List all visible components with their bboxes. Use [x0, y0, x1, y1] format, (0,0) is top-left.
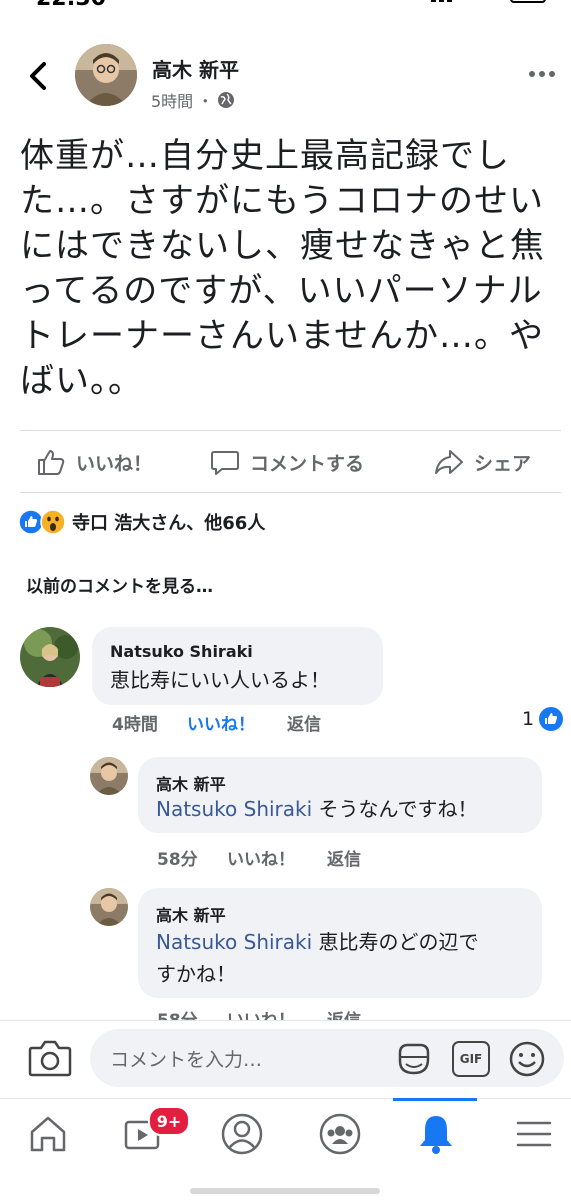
comment-reply-button[interactable]: 返信 — [287, 710, 321, 735]
groups-icon[interactable] — [316, 1110, 364, 1158]
reply-body: 恵比寿のどの辺で — [318, 930, 479, 954]
back-icon[interactable] — [22, 58, 52, 94]
thumbs-up-icon — [38, 450, 65, 475]
wow-reaction-icon — [40, 509, 66, 535]
share-label: シェア — [474, 452, 532, 475]
meta-separator: ・ — [197, 92, 214, 111]
more-options-icon[interactable] — [527, 64, 557, 84]
reactions-summary[interactable]: 寺口 浩大さん、他66人 — [18, 509, 265, 535]
comment-meta: 4時間 いいね！ 返信 — [112, 710, 321, 735]
camera-icon[interactable] — [28, 1038, 72, 1078]
reply-avatar[interactable] — [90, 888, 128, 926]
comment-icon — [211, 451, 239, 475]
comment-placeholder: コメントを入力… — [110, 1049, 263, 1071]
like-count: 1 — [522, 708, 535, 730]
reply-body: そうなんですね！ — [318, 797, 478, 821]
bottom-tab-bar — [0, 1098, 571, 1201]
emoji-icon[interactable] — [508, 1040, 546, 1078]
reply-like-button[interactable]: いいね！ — [227, 845, 327, 870]
post-time[interactable]: 5時間 — [151, 88, 193, 112]
menu-icon[interactable] — [510, 1110, 558, 1158]
mention-link[interactable]: Natsuko Shiraki — [156, 930, 312, 954]
reply-bubble: 高木 新平 Natsuko Shiraki そうなんですね！ — [138, 757, 542, 833]
sticker-icon[interactable] — [394, 1039, 434, 1079]
reply-text-line-2: すかね！ — [156, 962, 236, 986]
status-time: 22:30 — [36, 0, 106, 11]
post-text: 体重が…自分史上最高記録でした…。さすがにもうコロナのせいにはできないし、痩せな… — [20, 136, 545, 401]
post-meta: 5時間 ・ — [151, 88, 235, 112]
like-label: いいね！ — [76, 452, 153, 475]
commenter-avatar[interactable] — [20, 627, 80, 687]
comment-button[interactable]: コメントする — [210, 442, 364, 482]
author-name[interactable]: 高木 新平 — [152, 54, 239, 83]
gif-button[interactable]: GIF — [452, 1041, 490, 1077]
profile-icon[interactable] — [218, 1110, 266, 1158]
status-icons — [431, 0, 546, 3]
author-avatar[interactable] — [75, 44, 137, 106]
like-reaction-icon — [539, 707, 564, 731]
active-tab-indicator — [393, 1098, 477, 1101]
reply-text: Natsuko Shiraki そうなんですね！ — [156, 793, 478, 825]
view-previous-comments[interactable]: 以前のコメントを見る… — [26, 572, 213, 597]
mention-link[interactable]: Natsuko Shiraki — [156, 797, 312, 821]
notifications-icon[interactable] — [412, 1110, 460, 1158]
reactions-text: 寺口 浩大さん、他66人 — [72, 513, 266, 534]
comment-label: コメントする — [250, 452, 365, 475]
comment-time: 4時間 — [112, 715, 158, 735]
reply-meta: 58分 いいね！ 返信 — [157, 845, 361, 870]
reply-avatar[interactable] — [90, 757, 128, 795]
comment-like-count[interactable]: 1 — [522, 706, 564, 732]
reply-reply-button[interactable]: 返信 — [327, 845, 361, 870]
divider — [20, 492, 561, 493]
comment-bubble: Natsuko Shiraki 恵比寿にいい人いるよ！ — [92, 627, 383, 705]
reply-text-line-1: Natsuko Shiraki 恵比寿のどの辺で — [156, 926, 479, 958]
divider — [20, 430, 561, 431]
comment-text: 恵比寿にいい人いるよ！ — [110, 668, 330, 692]
reply-bubble: 高木 新平 Natsuko Shiraki 恵比寿のどの辺で すかね！ — [138, 888, 542, 998]
comment-like-button[interactable]: いいね！ — [187, 710, 287, 735]
reply-author[interactable]: 高木 新平 — [156, 771, 226, 795]
commenter-name[interactable]: Natsuko Shiraki — [110, 642, 253, 661]
like-button[interactable]: いいね！ — [36, 442, 152, 482]
reply-time: 58分 — [157, 850, 198, 870]
share-button[interactable]: シェア — [434, 442, 531, 482]
share-icon — [435, 450, 463, 474]
globe-icon — [218, 92, 235, 108]
comment-input[interactable]: コメントを入力… GIF — [90, 1029, 564, 1087]
home-indicator — [190, 1188, 380, 1194]
home-icon[interactable] — [24, 1110, 72, 1158]
reply-author[interactable]: 高木 新平 — [156, 902, 226, 926]
video-badge: 9+ — [148, 1106, 190, 1136]
